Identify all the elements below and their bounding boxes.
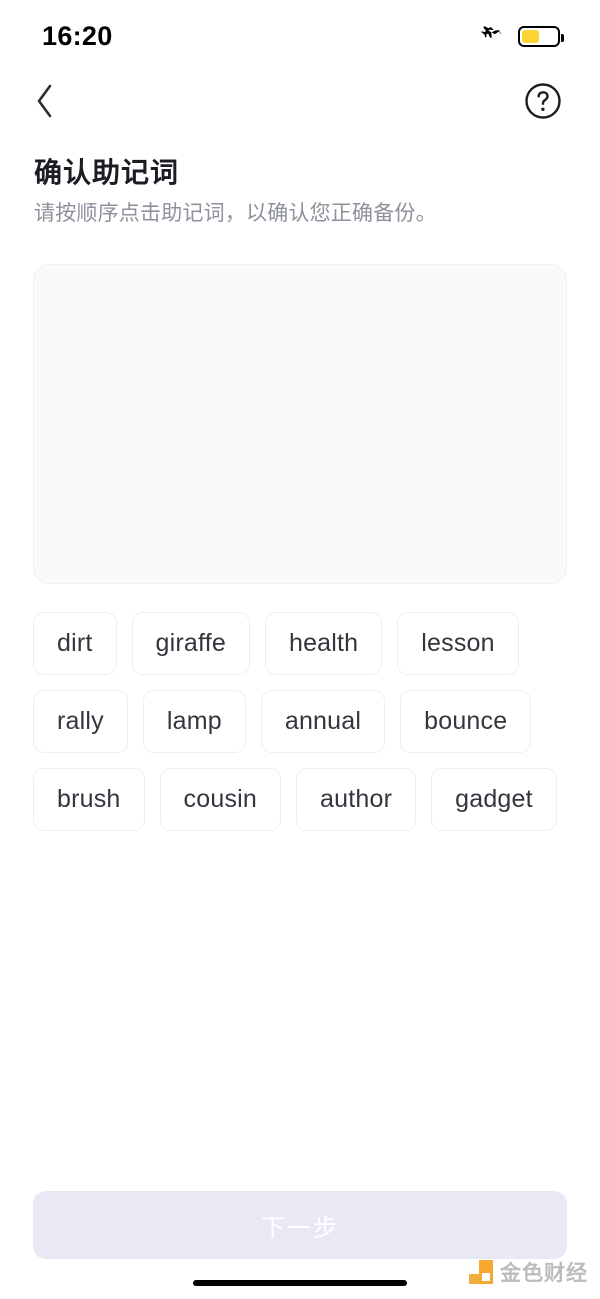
question-mark-circle-icon (523, 81, 563, 126)
back-button[interactable] (22, 80, 68, 126)
word-chip[interactable]: annual (260, 689, 386, 753)
watermark: 金色财经 (469, 1257, 588, 1287)
word-chip[interactable]: health (264, 611, 383, 675)
word-chip[interactable]: author (296, 767, 417, 831)
next-step-button[interactable]: 下一步 (33, 1191, 567, 1259)
word-chip[interactable]: rally (33, 689, 128, 753)
watermark-text: 金色财经 (500, 1262, 588, 1285)
battery-fill-level (522, 29, 539, 43)
page-header: 确认助记词 请按顺序点击助记词，以确认您正确备份。 (0, 134, 600, 228)
footer: 下一步 金色财经 (0, 1159, 600, 1299)
battery-icon (518, 25, 564, 47)
word-chip[interactable]: gadget (431, 767, 557, 831)
selected-words-card[interactable] (33, 263, 567, 584)
airplane-mode-icon (478, 22, 504, 51)
jinse-logo-icon (469, 1260, 493, 1284)
word-chip[interactable]: giraffe (131, 611, 250, 675)
word-chip[interactable]: dirt (33, 611, 117, 675)
word-pool: dirt giraffe health lesson rally lamp annual bo… (33, 611, 567, 831)
status-bar-indicators (478, 22, 564, 51)
word-chip[interactable]: lesson (397, 611, 519, 675)
status-bar-time: 16:20 (42, 20, 113, 51)
chevron-left-icon (33, 82, 57, 125)
word-chip[interactable]: lamp (142, 689, 246, 753)
help-button[interactable] (520, 80, 566, 126)
page-subtitle: 请按顺序点击助记词，以确认您正确备份。 (34, 201, 437, 225)
word-chip[interactable]: bounce (400, 689, 532, 753)
word-chip[interactable]: cousin (159, 767, 282, 831)
status-bar: 16:20 (0, 0, 600, 72)
word-chip[interactable]: brush (33, 767, 145, 831)
navigation-bar (0, 72, 600, 134)
page-title: 确认助记词 (34, 157, 180, 188)
home-indicator (193, 1280, 407, 1286)
